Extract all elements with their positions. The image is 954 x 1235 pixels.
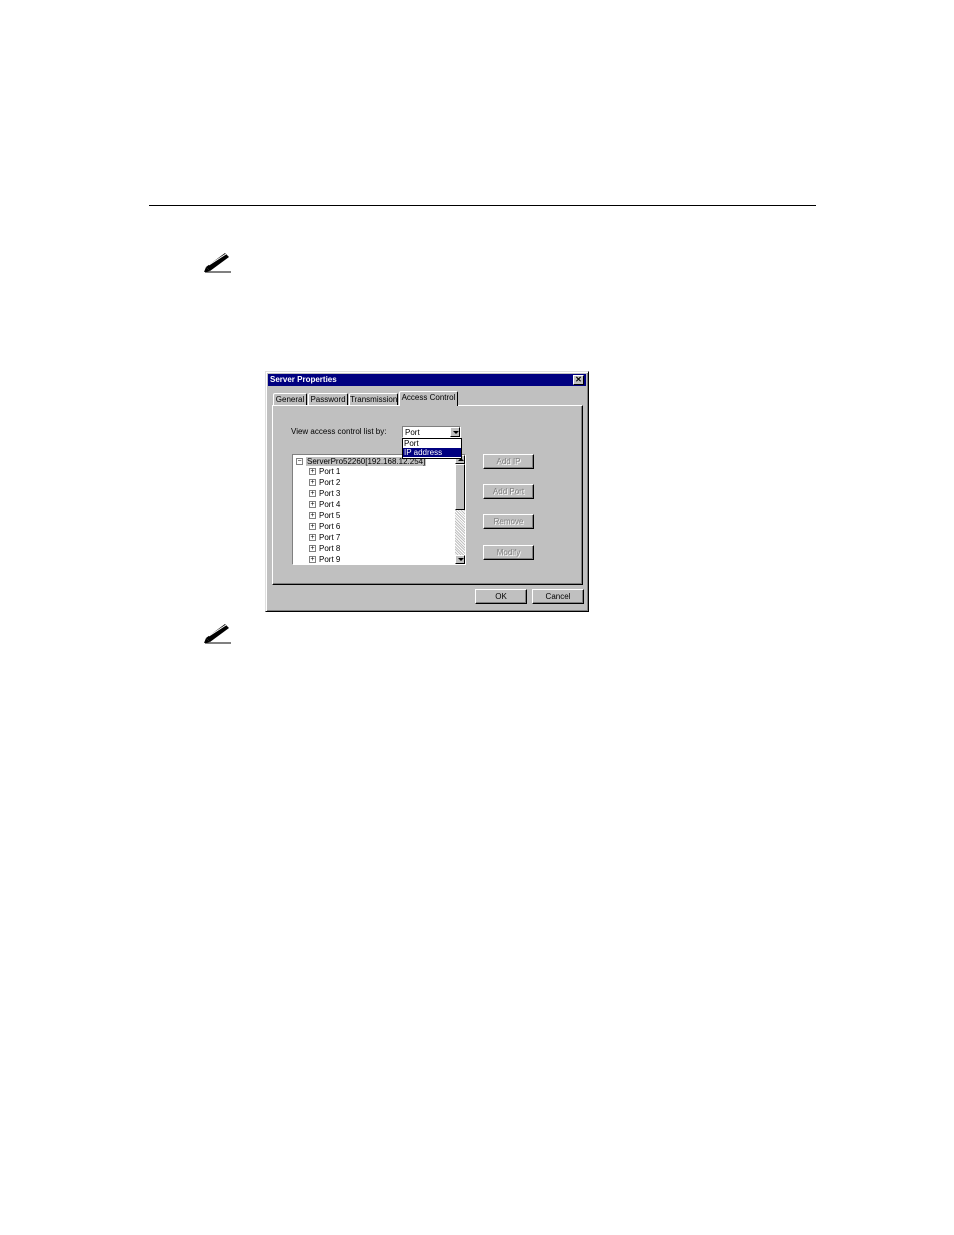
tree-node-label: Port 4 [319,500,341,509]
tree-node-port[interactable]: + Port 5 [309,510,340,521]
tree-node-label: Port 7 [319,533,341,542]
tree-node-port[interactable]: + Port 6 [309,521,340,532]
tab-general[interactable]: General [273,393,307,405]
tree-node-label: Port 2 [319,478,341,487]
modify-button[interactable]: Modify [483,545,534,560]
expand-icon[interactable]: + [309,545,316,553]
expand-icon[interactable]: + [309,468,316,476]
tree-node-label: Port 3 [319,489,341,498]
server-properties-dialog: Server Properties ✕ General Password Tra… [265,371,589,612]
view-by-label: View access control list by: [291,427,387,436]
tree-node-label: Port 5 [319,511,341,520]
top-rule [149,205,816,206]
expand-icon[interactable]: + [309,479,316,487]
tree-node-label: Port 8 [319,544,341,553]
tree-scrollbar[interactable] [455,455,465,564]
tree-node-port[interactable]: + Port 9 [309,554,341,564]
pencil-note-icon [204,253,231,273]
expand-icon[interactable]: + [309,534,316,542]
expand-icon[interactable]: + [309,490,316,498]
tree-node-port[interactable]: + Port 2 [309,477,340,488]
dialog-titlebar: Server Properties ✕ [268,374,586,386]
tree-node-label: Port 1 [319,467,341,476]
collapse-icon[interactable]: − [296,458,303,466]
tab-password[interactable]: Password [308,393,348,405]
ok-button[interactable]: OK [475,589,527,604]
tab-transmission[interactable]: Transmission [349,393,398,405]
scroll-down-icon[interactable] [455,555,465,564]
add-port-button[interactable]: Add Port [483,484,534,499]
tree-node-port[interactable]: + Port 1 [309,466,340,477]
remove-button[interactable]: Remove [483,514,534,529]
expand-icon[interactable]: + [309,501,316,509]
expand-icon[interactable]: + [309,512,316,520]
tree-node-label: Port 9 [319,555,341,564]
tab-access-control[interactable]: Access Control [399,391,458,406]
access-control-tree[interactable]: − ServerPro52260[192.168.12.254] + Port 1 … [292,454,466,565]
dropdown-option-port[interactable]: Port [403,439,461,448]
cancel-button[interactable]: Cancel [532,589,584,604]
expand-icon[interactable]: + [309,556,316,564]
tree-node-label: Port 6 [319,522,341,531]
add-ip-button[interactable]: Add IP [483,454,534,469]
chevron-down-icon[interactable] [450,427,460,437]
tree-node-port[interactable]: + Port 4 [309,499,340,510]
close-icon: ✕ [575,375,582,384]
dropdown-option-ip-address[interactable]: IP address [403,448,461,457]
tree-node-port[interactable]: + Port 3 [309,488,340,499]
view-by-dropdown-list: Port IP address [402,438,462,459]
pencil-note-icon [204,624,231,644]
expand-icon[interactable]: + [309,523,316,531]
view-by-value: Port [405,428,420,437]
view-by-select[interactable]: Port [402,426,461,438]
scrollbar-thumb[interactable] [455,464,465,510]
tree-node-port[interactable]: + Port 8 [309,543,340,554]
close-button[interactable]: ✕ [573,375,584,385]
dialog-title: Server Properties [270,375,337,384]
access-control-panel: View access control list by: Port Port I… [272,405,583,585]
tree-node-port[interactable]: + Port 7 [309,532,340,543]
